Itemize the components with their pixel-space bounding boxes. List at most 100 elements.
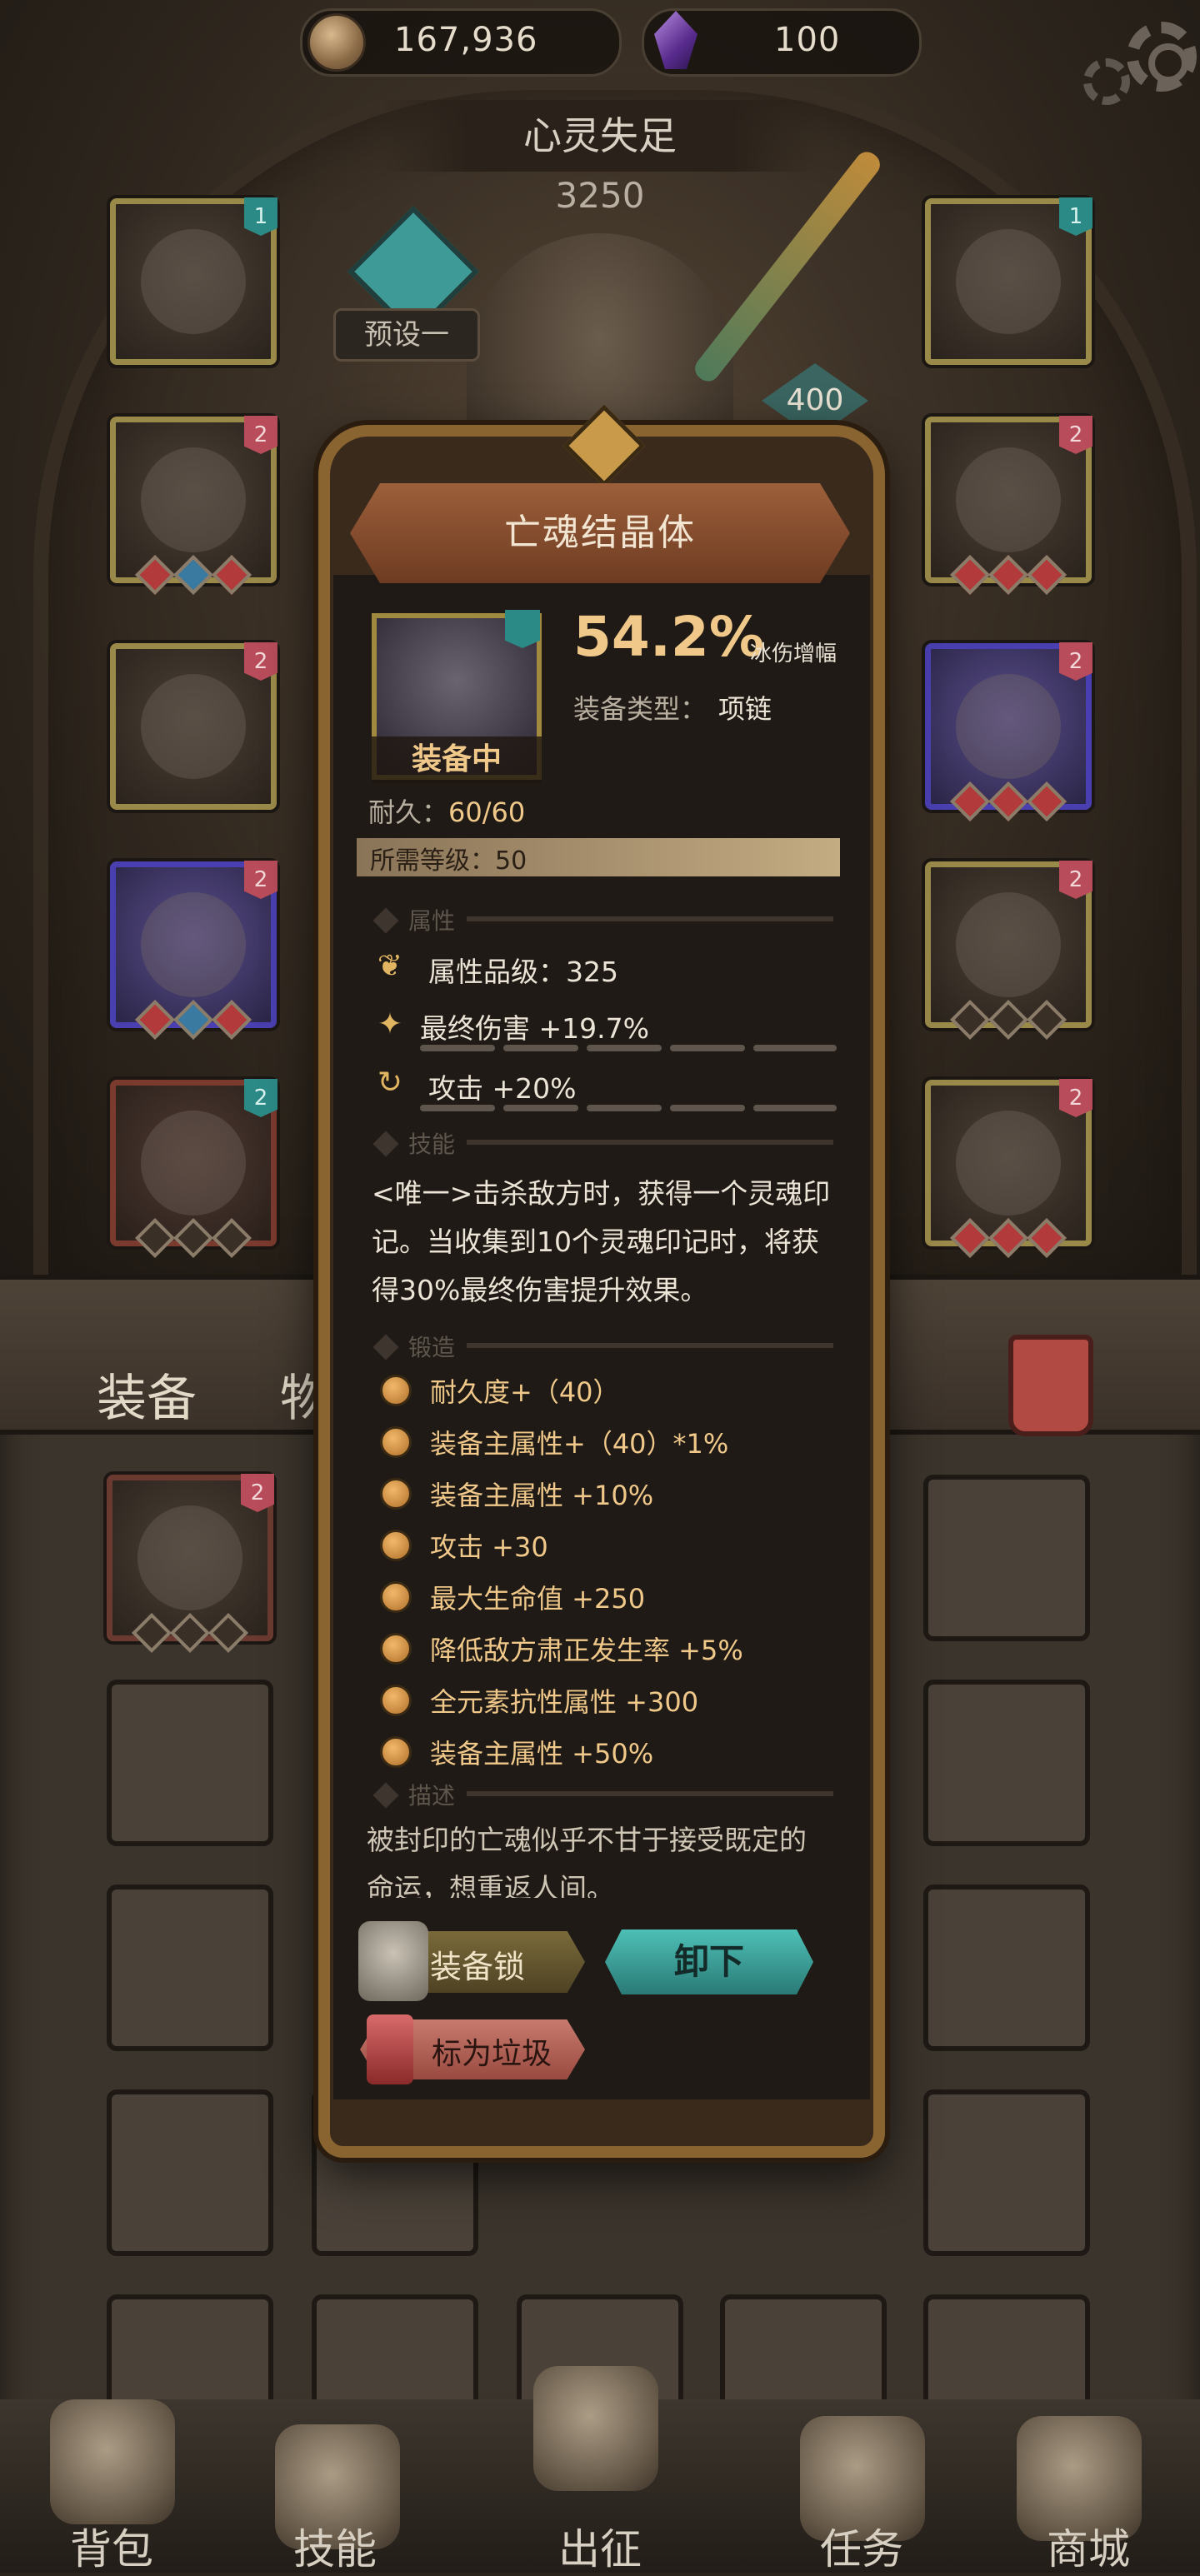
forge-line: 攻击 +30 [430, 1531, 548, 1563]
tome-item-art [956, 1111, 1061, 1216]
forge-bullet-icon [380, 1633, 412, 1665]
roll-bar [503, 1105, 578, 1111]
roll-bar [420, 1105, 495, 1111]
required-level: 所需等级：50 [370, 846, 528, 876]
forge-bullet-icon [380, 1581, 412, 1613]
section-line [467, 1140, 833, 1145]
tab-equipment[interactable]: 装备 [97, 1358, 197, 1430]
slot-level-tag: 2 [1059, 861, 1092, 899]
equip-slot-right-2[interactable]: 2 [925, 416, 1092, 596]
bag-cell[interactable] [923, 1475, 1090, 1641]
skill-line-3: 得30%最终伤害提升效果。 [372, 1274, 708, 1306]
equipment-lock-label[interactable]: 装备锁 [430, 1941, 525, 1987]
roll-bar [587, 1045, 662, 1051]
small-gear-icon [1083, 58, 1130, 105]
junk-lantern-icon [367, 2014, 413, 2084]
nav-bag[interactable]: 背包 [37, 2516, 187, 2576]
bag-cell[interactable] [107, 1680, 273, 1846]
item-name: 亡魂结晶体 [504, 512, 696, 554]
durability: 耐久：60/60 [368, 791, 525, 830]
flavor-line-1: 被封印的亡魂似乎不甘于接受既定的 [367, 1824, 807, 1856]
equip-type-value: 项链 [718, 693, 772, 725]
nav-expedition[interactable]: 出征 [525, 2516, 675, 2576]
section-line [467, 1791, 833, 1796]
slot-level-tag: 2 [1059, 416, 1092, 454]
character-name: 心灵失足 [380, 100, 820, 172]
forge-bullet-icon [380, 1375, 412, 1406]
roll-bar [587, 1105, 662, 1111]
item-art [956, 892, 1061, 997]
skill-line-1: <唯一>击杀敌方时，获得一个灵魂印 [372, 1177, 831, 1210]
equip-slot-right-1[interactable]: 1 [925, 197, 1092, 365]
equip-slot-right-4[interactable]: 2 [925, 861, 1092, 1041]
mark-as-junk-label[interactable]: 标为垃圾 [432, 2029, 552, 2073]
shoulder-item-art [956, 674, 1061, 779]
equipped-status: 装备中 [372, 736, 542, 783]
unequip-button[interactable]: 卸下 [605, 1930, 813, 1994]
slot-level-tag: 2 [244, 1079, 278, 1117]
bag-cell[interactable] [923, 2089, 1090, 2256]
slot-level-tag: 1 [244, 197, 278, 236]
necklace-item-art [956, 229, 1061, 334]
equip-slot-left-5[interactable]: 2 [110, 1079, 278, 1259]
socket-row [931, 1217, 1086, 1259]
equip-slot-right-3[interactable]: 2 [925, 642, 1092, 822]
equip-slot-left-3[interactable]: 2 [110, 642, 278, 810]
bag-item-cross-necklace[interactable]: 2 [107, 1474, 274, 1654]
coin-counter: 167,936 [300, 8, 622, 77]
backpack-icon[interactable] [50, 2399, 175, 2524]
bag-cell[interactable] [923, 1885, 1090, 2051]
purple-crystal-icon [654, 11, 698, 69]
durability-value: 60/60 [448, 796, 526, 828]
forge-line: 装备主属性+（40）*1% [430, 1428, 729, 1460]
cycle-icon: ↻ [377, 1066, 403, 1100]
main-stat-value: 54.2% [573, 605, 764, 669]
nav-shop[interactable]: 商城 [1013, 2516, 1163, 2576]
forge-line: 装备主属性 +50% [430, 1738, 654, 1770]
section-description: 描述 [408, 1782, 456, 1810]
slot-level-tag: 2 [1059, 642, 1092, 681]
attr-attack: 攻击 +20% [428, 1072, 577, 1105]
bag-cell[interactable] [923, 1680, 1090, 1846]
nav-quests[interactable]: 任务 [787, 2516, 937, 2576]
forge-bullet-icon [380, 1426, 412, 1458]
gear-icon[interactable] [1127, 22, 1197, 92]
skill-line-2: 记。当收集到10个灵魂印记时，将获 [372, 1226, 819, 1258]
gem-counter: 100 [642, 8, 922, 77]
socket-row [931, 999, 1086, 1041]
trash-icon[interactable] [1008, 1335, 1093, 1436]
equip-slot-left-1[interactable]: 1 [110, 197, 278, 365]
forge-line: 装备主属性 +10% [430, 1480, 654, 1511]
coin-icon [308, 13, 366, 72]
socket-row [931, 554, 1086, 596]
attr-final-damage: 最终伤害 +19.7% [420, 1012, 649, 1045]
section-skill: 技能 [408, 1131, 456, 1158]
bag-cell[interactable] [107, 2089, 273, 2256]
durability-label: 耐久： [368, 796, 449, 828]
roll-bar [420, 1045, 495, 1051]
cross-necklace-art [138, 1505, 242, 1610]
gem-amount: 100 [774, 21, 841, 59]
item-level-tag [505, 610, 540, 648]
socket-row [112, 1612, 268, 1654]
main-stat-label: 冰伤增幅 [750, 642, 838, 666]
equip-slot-left-4[interactable]: 2 [110, 861, 278, 1041]
equip-slot-right-5[interactable]: 2 [925, 1079, 1092, 1259]
preset-selector[interactable]: 预设一 [333, 308, 480, 362]
slot-level-tag: 2 [244, 642, 278, 681]
expedition-sword-icon[interactable] [533, 2366, 658, 2491]
nav-skills[interactable]: 技能 [260, 2516, 410, 2576]
section-line [467, 1343, 833, 1348]
socket-row [116, 999, 271, 1041]
roll-bar [670, 1105, 745, 1111]
sparkle-icon: ✦ [377, 1007, 403, 1041]
equip-slot-left-2[interactable]: 2 [110, 416, 278, 596]
slot-level-tag: 2 [244, 861, 278, 899]
item-art [141, 229, 246, 334]
forge-line: 降低敌方肃正发生率 +5% [430, 1635, 743, 1666]
roll-bar [670, 1045, 745, 1051]
forge-line: 最大生命值 +250 [430, 1583, 646, 1615]
gauntlet-item-art [956, 447, 1061, 552]
section-line [467, 916, 833, 921]
bag-cell[interactable] [107, 1885, 273, 2051]
